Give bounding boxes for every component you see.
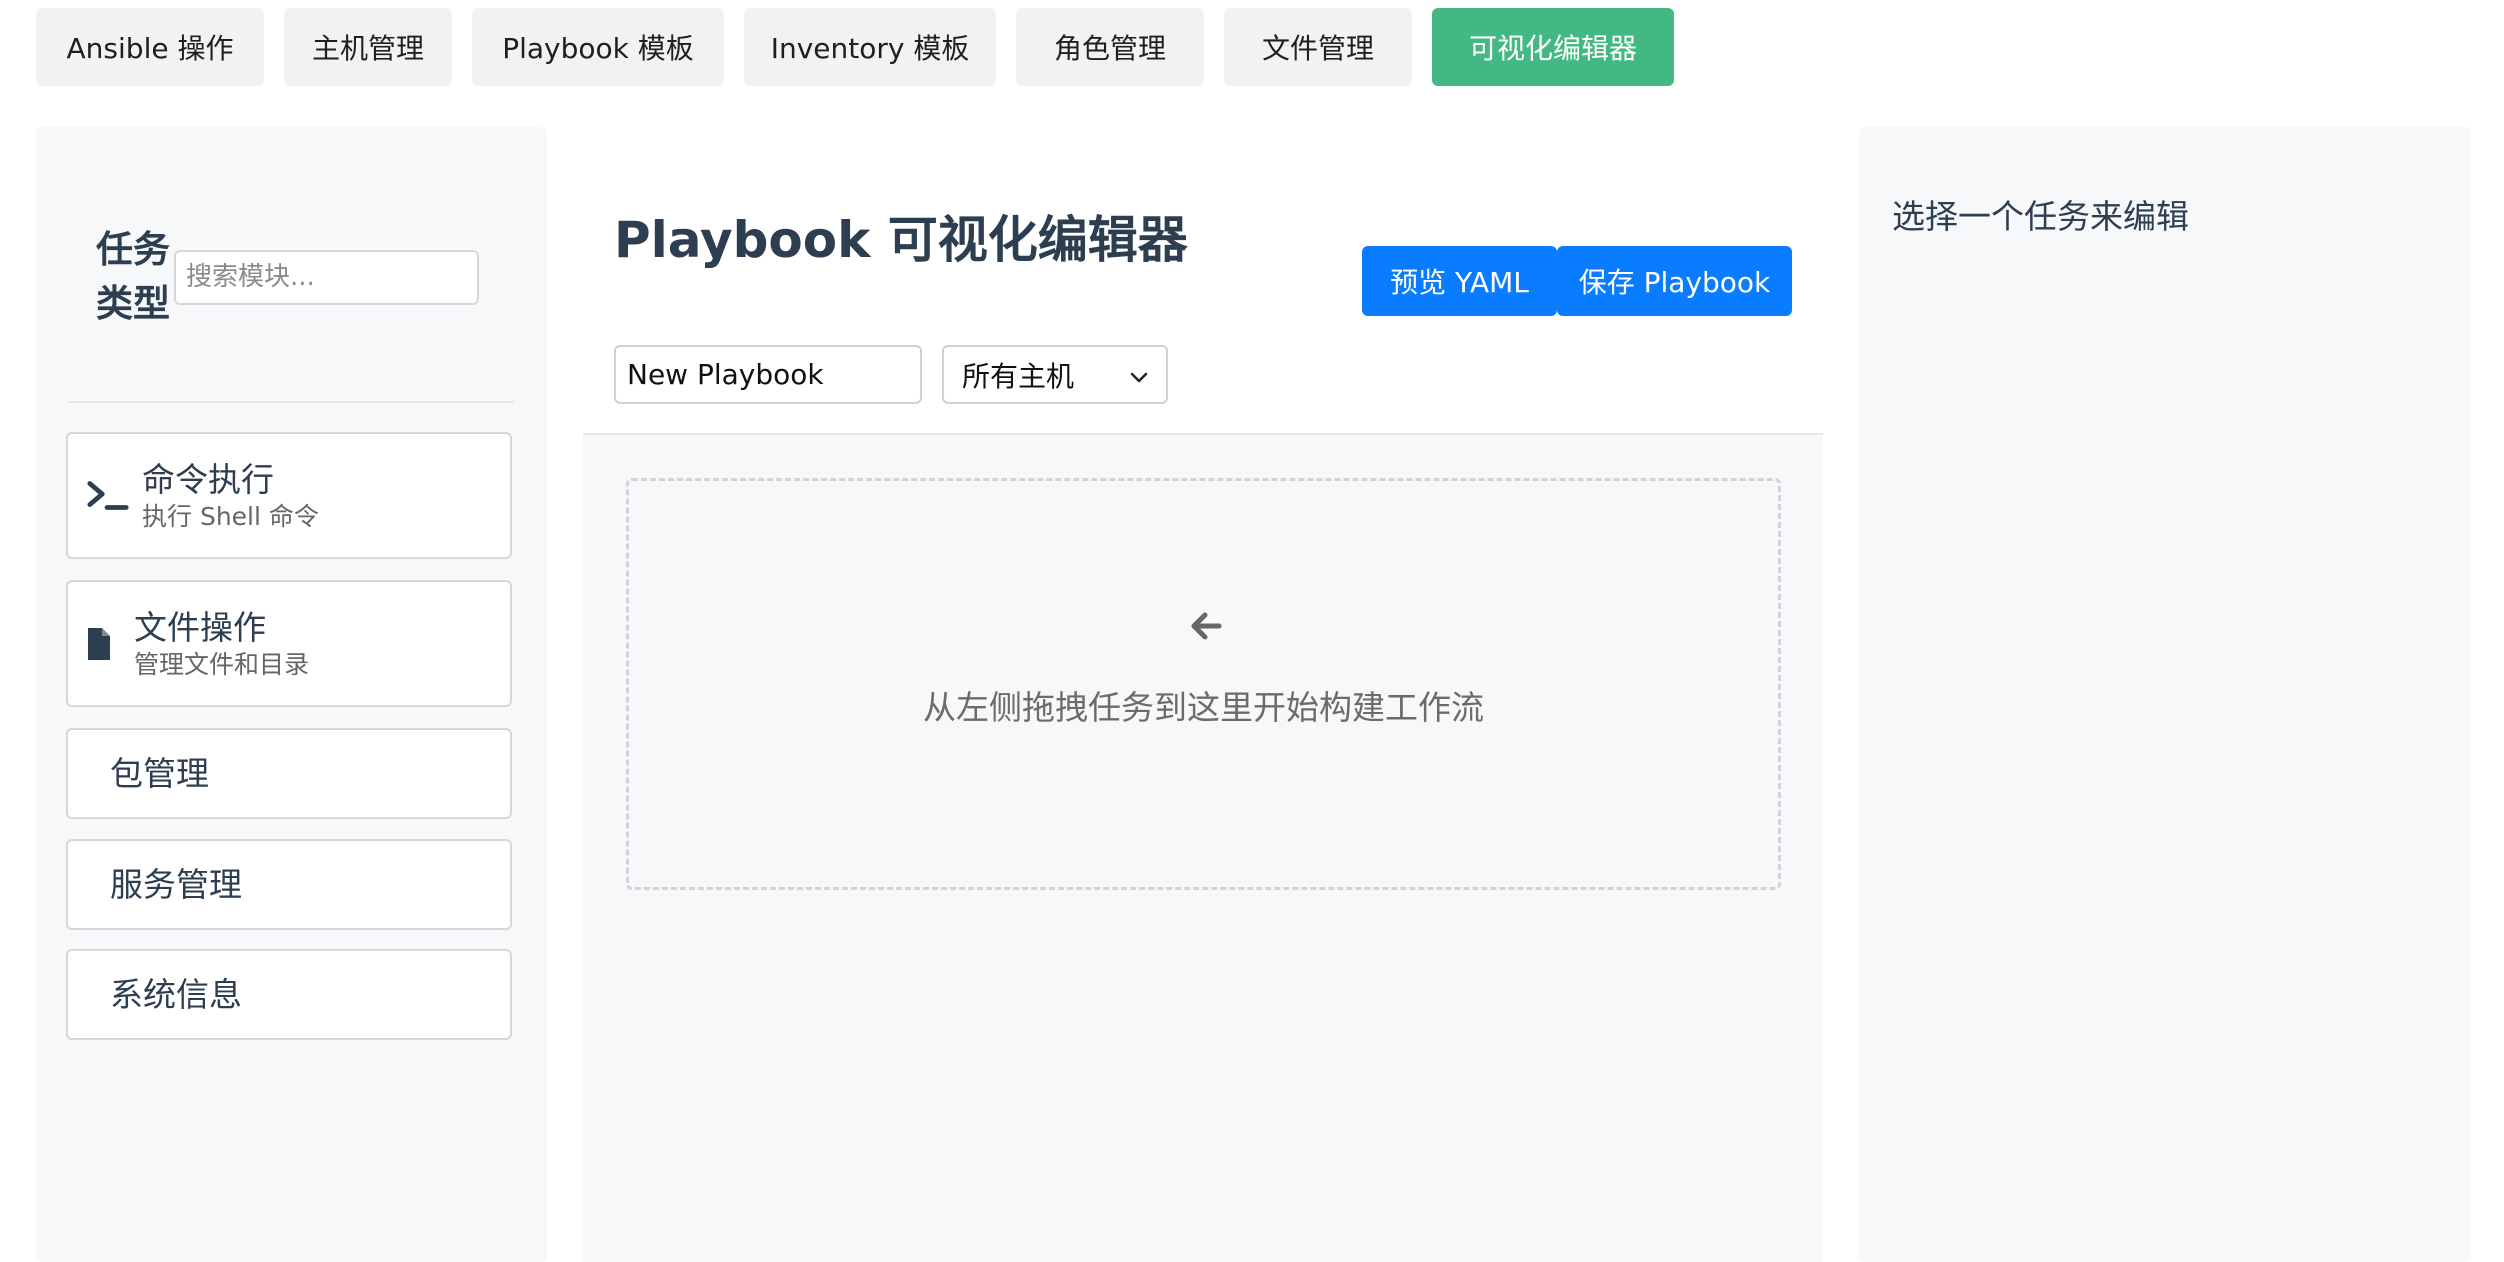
editor-header: Playbook 可视化编辑器 预览 YAML 保存 Playbook 所有主机 <box>583 127 1823 435</box>
task-type-panel: 任务类型 命令执行 执行 Shell 命令 文件操作 管理文件和目录 包管理 <box>36 127 547 1262</box>
task-description: 执行 Shell 命令 <box>142 501 319 531</box>
workflow-drop-zone[interactable]: 从左侧拖拽任务到这里开始构建工作流 <box>626 478 1781 890</box>
task-name: 包管理 <box>110 753 209 793</box>
editor-panel: Playbook 可视化编辑器 预览 YAML 保存 Playbook 所有主机… <box>583 127 1823 1262</box>
divider <box>68 401 514 403</box>
chevron-down-icon <box>1130 358 1148 391</box>
nav-tab-inventory-templates[interactable]: Inventory 模板 <box>744 8 996 86</box>
nav-tab-visual-editor[interactable]: 可视化编辑器 <box>1432 8 1674 86</box>
task-item-service[interactable]: 服务管理 <box>66 839 512 930</box>
page-title: Playbook 可视化编辑器 <box>614 211 1188 269</box>
task-type-title: 任务类型 <box>96 228 170 325</box>
task-item-package[interactable]: 包管理 <box>66 728 512 819</box>
nav-tab-file-management[interactable]: 文件管理 <box>1224 8 1412 86</box>
task-type-header: 任务类型 <box>96 223 479 331</box>
task-description: 管理文件和目录 <box>134 649 310 679</box>
top-nav: Ansible 操作 主机管理 Playbook 模板 Inventory 模板… <box>36 8 1674 86</box>
task-item-system-info[interactable]: 系统信息 <box>66 949 512 1040</box>
task-name: 系统信息 <box>110 974 242 1014</box>
nav-tab-role-management[interactable]: 角色管理 <box>1016 8 1204 86</box>
task-item-file[interactable]: 文件操作 管理文件和目录 <box>66 580 512 707</box>
arrow-left-icon <box>1189 611 1223 645</box>
hosts-select[interactable]: 所有主机 <box>942 345 1168 404</box>
file-icon <box>86 626 112 662</box>
nav-tab-host-management[interactable]: 主机管理 <box>284 8 452 86</box>
task-name: 命令执行 <box>142 459 274 499</box>
hosts-select-value: 所有主机 <box>962 359 1075 393</box>
task-name: 服务管理 <box>110 864 242 904</box>
preview-yaml-button[interactable]: 预览 YAML <box>1362 246 1557 316</box>
playbook-name-input[interactable] <box>614 345 922 404</box>
task-name: 文件操作 <box>134 607 266 647</box>
task-properties-panel: 选择一个任务来编辑 <box>1859 127 2471 1262</box>
module-search-input[interactable] <box>174 249 479 305</box>
nav-tab-ansible-ops[interactable]: Ansible 操作 <box>36 8 264 86</box>
empty-selection-text: 选择一个任务来编辑 <box>1892 197 2189 236</box>
task-item-command[interactable]: 命令执行 执行 Shell 命令 <box>66 432 512 559</box>
nav-tab-playbook-templates[interactable]: Playbook 模板 <box>472 8 724 86</box>
save-playbook-button[interactable]: 保存 Playbook <box>1557 246 1792 316</box>
drop-hint: 从左侧拖拽任务到这里开始构建工作流 <box>923 688 1484 727</box>
terminal-icon <box>86 478 130 514</box>
